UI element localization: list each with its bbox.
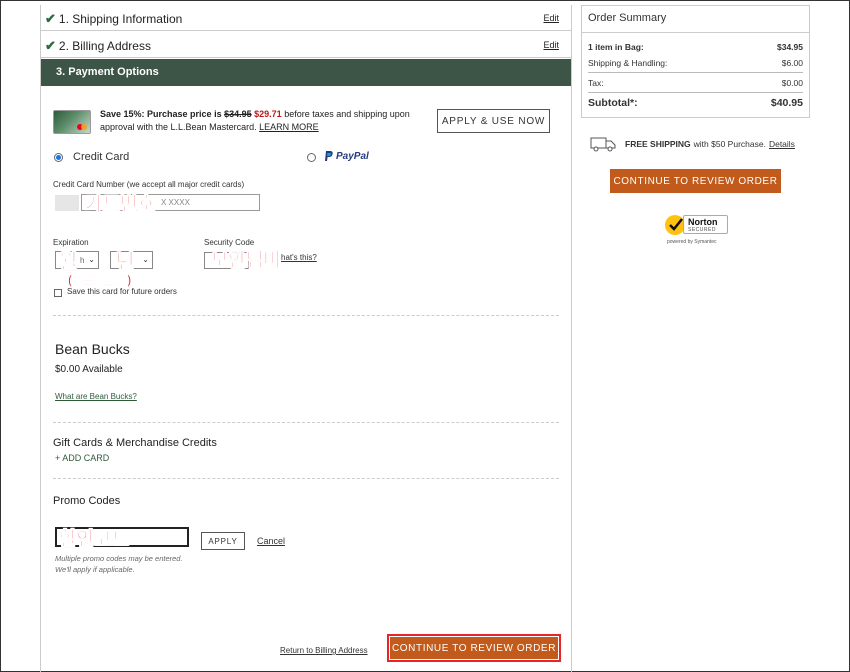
chevron-down-icon: ⌄ <box>142 255 149 264</box>
apply-promo-button[interactable]: APPLY <box>201 532 245 550</box>
summary-row-subtotal: Subtotal*: $40.95 <box>588 97 803 109</box>
llbean-mastercard-image <box>53 110 91 134</box>
edit-billing-link[interactable]: Edit <box>543 40 559 50</box>
promo-note: Multiple promo codes may be entered. We'… <box>55 554 183 574</box>
credit-card-radio[interactable] <box>54 153 63 162</box>
bean-bucks-available: $0.00 Available <box>55 364 123 375</box>
order-summary: Order Summary 1 item in Bag: $34.95 Shipp… <box>581 5 810 118</box>
add-card-link[interactable]: + ADD CARD <box>55 453 109 463</box>
free-shipping-details-link[interactable]: Details <box>769 139 795 149</box>
card-expiry-annotation: (카드만료일) <box>68 273 132 288</box>
summary-continue-button[interactable]: CONTINUE TO REVIEW ORDER <box>610 169 781 193</box>
chevron-down-icon: ⌄ <box>88 255 95 264</box>
save-card-checkbox[interactable] <box>54 289 62 297</box>
apply-use-now-button[interactable]: APPLY & USE NOW <box>437 109 550 133</box>
promo-code-annotation: 할인코드 <box>59 529 130 551</box>
checkout-main: ✔ 1. Shipping Information Edit ✔ 2. Billin… <box>40 5 572 672</box>
step-billing: ✔ 2. Billing Address Edit <box>41 32 571 58</box>
paypal-radio[interactable] <box>307 153 316 162</box>
norton-icon: Norton SECURED powered by Symantec <box>664 212 728 248</box>
credit-card-label: Credit Card <box>73 151 130 163</box>
paypal-icon <box>325 151 333 161</box>
step-payment-header: 3. Payment Options <box>41 59 571 86</box>
checkmark-icon: ✔ <box>45 38 56 53</box>
divider <box>53 422 559 423</box>
security-annotation: 보안넘버 <box>211 250 282 272</box>
order-summary-title: Order Summary <box>588 12 667 24</box>
month-annotation: 월 <box>59 251 78 274</box>
card-number-annotation: 카드번호 <box>85 194 156 216</box>
summary-row-shipping: Shipping & Handling: $6.00 <box>588 58 803 68</box>
edit-shipping-link[interactable]: Edit <box>543 13 559 23</box>
truck-icon <box>590 137 616 152</box>
cancel-promo-link[interactable]: Cancel <box>257 536 285 546</box>
step-payment-label: 3. Payment Options <box>56 66 159 78</box>
step-shipping-label: 1. Shipping Information <box>58 12 183 26</box>
bean-bucks-info-link[interactable]: What are Bean Bucks? <box>55 392 137 401</box>
save-card-label: Save this card for future orders <box>67 287 177 296</box>
card-number-label: Credit Card Number (we accept all major … <box>53 180 245 189</box>
year-annotation: 년 <box>116 251 135 274</box>
learn-more-link[interactable]: LEARN MORE <box>259 122 319 132</box>
step-shipping: ✔ 1. Shipping Information Edit <box>41 5 571 31</box>
whats-this-link[interactable]: hat's this? <box>281 253 317 262</box>
continue-to-review-button[interactable]: CONTINUE TO REVIEW ORDER <box>390 637 558 659</box>
checkmark-icon: ✔ <box>45 11 56 26</box>
free-shipping-line: FREE SHIPPING with $50 Purchase. Details <box>590 136 795 152</box>
paypal-option[interactable]: PayPal <box>324 151 369 162</box>
mastercard-icon <box>77 124 87 130</box>
card-offer-text: Save 15%: Purchase price is $34.95 $29.7… <box>100 109 410 132</box>
summary-row-tax: Tax: $0.00 <box>588 78 803 88</box>
paypal-label: PayPal <box>336 151 369 162</box>
promo-codes-title: Promo Codes <box>53 495 121 507</box>
divider <box>53 478 559 479</box>
summary-row-items: 1 item in Bag: $34.95 <box>588 42 803 52</box>
card-type-icon <box>55 195 79 211</box>
bean-bucks-title: Bean Bucks <box>55 341 130 357</box>
gift-cards-title: Gift Cards & Merchandise Credits <box>53 437 217 449</box>
divider <box>53 315 559 316</box>
return-to-billing-link[interactable]: Return to Billing Address <box>280 646 368 655</box>
step-billing-label: 2. Billing Address <box>58 39 151 53</box>
